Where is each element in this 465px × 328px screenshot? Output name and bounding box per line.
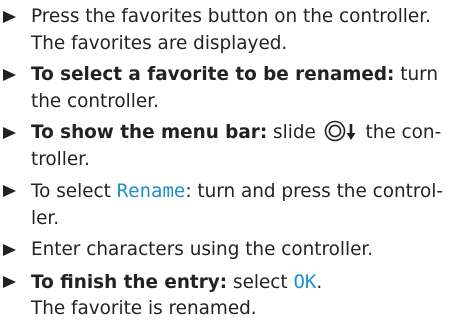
step-text: . — [316, 271, 323, 293]
bullet-arrow-icon — [3, 275, 16, 288]
list-item: Enter characters using the controller. — [0, 237, 465, 264]
step-text: Press the favorites button on the contro… — [31, 6, 431, 27]
list-item: To select Rename: turn and press the con… — [0, 178, 465, 232]
list-item: Press the favorites button on the contro… — [0, 4, 465, 57]
step-text: To select — [31, 181, 117, 202]
step-label: To show the menu bar: — [31, 122, 268, 143]
step-result: The favorite is renamed. — [31, 298, 257, 319]
bullet-arrow-icon — [3, 127, 16, 139]
step-result: The favorites are displayed. — [31, 32, 288, 54]
ui-term-rename: Rename — [116, 180, 186, 202]
bullet-arrow-icon — [3, 244, 16, 256]
step-text: slide — [267, 122, 316, 143]
ui-term-ok: OK — [293, 270, 317, 293]
list-item: To finish the entry: select OK. The favo… — [0, 269, 465, 323]
list-item: To select a favorite to be renamed: turn… — [0, 62, 465, 115]
bullet-arrow-icon — [3, 185, 16, 197]
controller-slide-down-icon — [324, 120, 356, 142]
bullet-arrow-icon — [3, 11, 16, 23]
step-text: select — [227, 271, 294, 293]
bullet-arrow-icon — [3, 69, 16, 81]
instruction-list: Press the favorites button on the contro… — [0, 4, 465, 328]
step-label: To finish the entry: — [31, 271, 228, 293]
list-item: To show the menu bar: slide the con-trol… — [0, 120, 465, 173]
step-label: To select a favorite to be renamed: — [31, 64, 395, 85]
step-text: Enter characters using the controller. — [31, 239, 374, 260]
